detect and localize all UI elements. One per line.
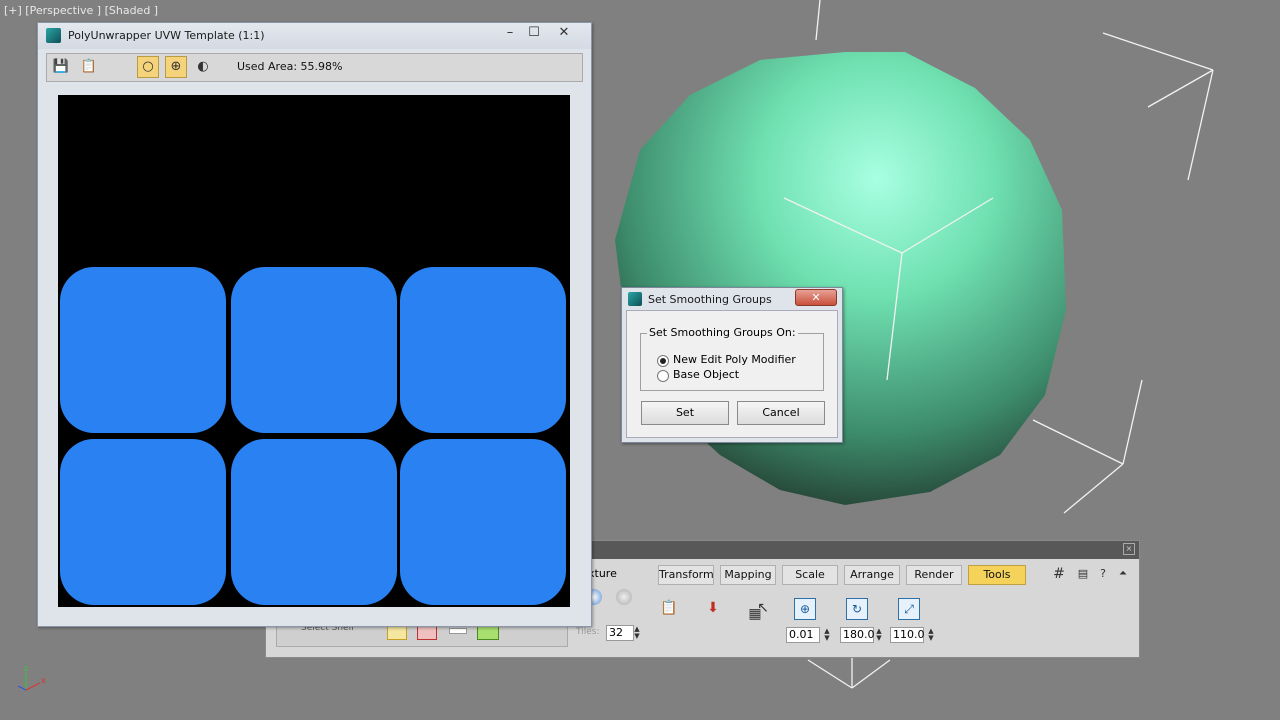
smoothing-group-box: Set Smoothing Groups On: New Edit Poly M…	[640, 326, 824, 391]
panel-settings-icon[interactable]: ▤	[1072, 563, 1094, 585]
scale-icon[interactable]: ⤢	[898, 598, 920, 620]
spinner-second[interactable]: 180.0	[840, 627, 875, 643]
app-icon	[46, 28, 61, 43]
export-box-icon[interactable]: ⬇	[702, 597, 724, 619]
checker-off-icon[interactable]	[616, 589, 632, 605]
radio-base-object[interactable]	[657, 370, 669, 382]
tiles-label: Tiles:	[576, 627, 600, 637]
copy-icon[interactable]: 📋	[79, 57, 99, 77]
svg-text:x: x	[41, 676, 46, 685]
uv-island	[60, 439, 226, 605]
maximize-button[interactable]: ☐	[523, 25, 545, 41]
viewport-label[interactable]: [+] [Perspective ] [Shaded ]	[4, 4, 158, 17]
grid-hash-icon[interactable]: #	[1048, 563, 1070, 585]
template-title: PolyUnwrapper UVW Template (1:1)	[68, 29, 265, 42]
tab-render[interactable]: Render	[906, 565, 962, 585]
wire-mode-icon[interactable]: ⊕	[165, 56, 187, 78]
mouse-cursor-icon: ↖	[757, 600, 769, 616]
rotate-icon[interactable]: ↻	[846, 598, 868, 620]
dialog-close-button[interactable]: ✕	[795, 289, 837, 306]
close-button[interactable]: ✕	[553, 25, 575, 41]
set-button[interactable]: Set	[641, 401, 729, 425]
tab-tools[interactable]: Tools	[968, 565, 1026, 585]
tab-transform[interactable]: Transform	[658, 565, 714, 585]
clipboard-icon[interactable]: 📋	[658, 597, 680, 619]
spinner-third-arrows[interactable]: ▲ ▼	[927, 628, 935, 642]
tab-mapping[interactable]: Mapping	[720, 565, 776, 585]
uvw-template-window: PolyUnwrapper UVW Template (1:1) – ☐ ✕ 💾…	[37, 22, 592, 627]
template-toolbar: 💾 📋 ○ ⊕ ◐ Used Area: 55.98%	[46, 53, 583, 82]
radio-new-edit-poly[interactable]	[657, 355, 669, 367]
tiles-spinner[interactable]: 32	[606, 625, 634, 641]
save-icon[interactable]: 💾	[51, 57, 71, 77]
dialog-app-icon	[628, 292, 642, 306]
smoothing-groups-dialog: Set Smoothing Groups ✕ Set Smoothing Gro…	[621, 287, 843, 443]
panel-close-icon[interactable]: ×	[1123, 543, 1135, 555]
dialog-title: Set Smoothing Groups	[648, 293, 772, 306]
radio-base-object-label[interactable]: Base Object	[673, 368, 739, 381]
tab-scale[interactable]: Scale	[782, 565, 838, 585]
uv-island	[400, 439, 566, 605]
minimize-button[interactable]: –	[499, 25, 521, 41]
spinner-third[interactable]: 110.0	[890, 627, 925, 643]
spinner-first-arrows[interactable]: ▲ ▼	[823, 628, 831, 642]
green-grid-icon[interactable]	[477, 626, 499, 640]
svg-text:z: z	[24, 664, 28, 673]
dialog-body: Set Smoothing Groups On: New Edit Poly M…	[626, 310, 838, 438]
bar-icon[interactable]	[449, 628, 467, 634]
radio-new-edit-poly-label[interactable]: New Edit Poly Modifier	[673, 353, 796, 366]
fill-mode-icon[interactable]: ○	[137, 56, 159, 78]
tiles-spinner-arrows[interactable]: ▲ ▼	[633, 626, 641, 640]
template-titlebar[interactable]: PolyUnwrapper UVW Template (1:1) – ☐ ✕	[38, 23, 591, 49]
spinner-second-arrows[interactable]: ▲ ▼	[875, 628, 883, 642]
uv-island	[400, 267, 566, 433]
texture-label-partial: xture	[588, 567, 617, 580]
uv-island	[231, 267, 397, 433]
grid-icon[interactable]	[387, 626, 407, 640]
cancel-button[interactable]: Cancel	[737, 401, 825, 425]
relax-icon[interactable]: ⊕	[794, 598, 816, 620]
spinner-first[interactable]: 0.01	[786, 627, 820, 643]
uv-template-canvas[interactable]	[58, 95, 570, 607]
tab-arrange[interactable]: Arrange	[844, 565, 900, 585]
uv-island	[231, 439, 397, 605]
frame-icon[interactable]	[417, 626, 437, 640]
help-icon[interactable]: ?	[1092, 563, 1114, 585]
collapse-icon[interactable]: ⏶	[1112, 563, 1134, 585]
used-area-label: Used Area: 55.98%	[237, 60, 343, 73]
axis-tripod-icon: z x	[17, 664, 46, 691]
contrast-icon[interactable]: ◐	[193, 57, 213, 77]
uv-island	[60, 267, 226, 433]
group-label: Set Smoothing Groups On:	[647, 326, 798, 339]
